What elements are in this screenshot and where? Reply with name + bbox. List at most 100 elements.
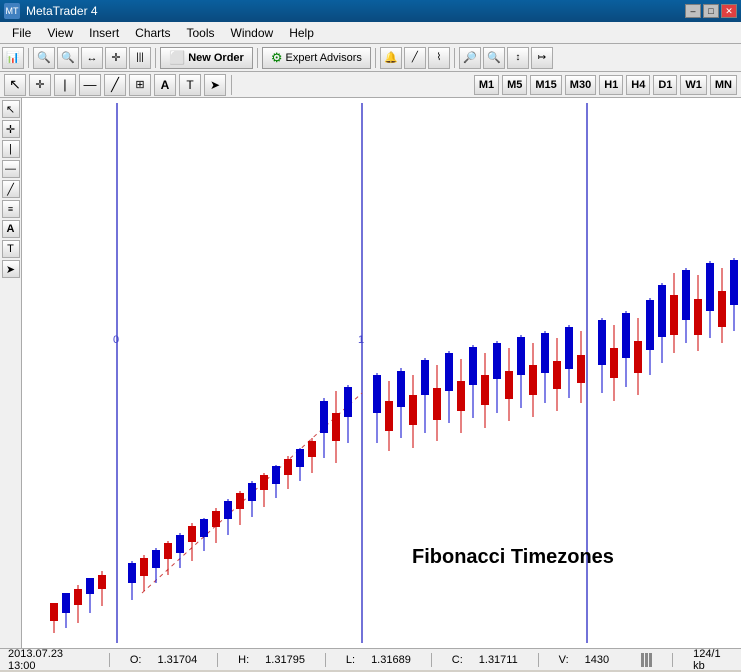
main-toolbar: 📊 🔍 🔍 ↔ ✛ ||| ⬜ New Order ⚙ Expert Advis… (0, 44, 741, 72)
title-bar: MT MetaTrader 4 – □ ✕ (0, 0, 741, 22)
left-text-tool[interactable]: A (2, 220, 20, 238)
toolbar2-separator (231, 75, 232, 95)
status-sep-1 (109, 653, 110, 667)
menu-help[interactable]: Help (281, 24, 322, 42)
menu-insert[interactable]: Insert (81, 24, 127, 42)
text-label-tool[interactable]: T (179, 74, 201, 96)
tick-chart-button[interactable]: ╱ (404, 47, 426, 69)
expert-advisors-button[interactable]: ⚙ Expert Advisors (262, 47, 371, 69)
tf-m5[interactable]: M5 (502, 75, 527, 95)
arrow-tool[interactable]: ➤ (204, 74, 226, 96)
status-close-label: C: (452, 654, 463, 666)
status-volume-val: 1430 (585, 654, 609, 666)
scroll-bar-1 (641, 653, 644, 667)
tf-d1[interactable]: D1 (653, 75, 677, 95)
vertical-line-tool[interactable]: | (54, 74, 76, 96)
status-high-label: H: (238, 654, 249, 666)
zoom-out-button[interactable]: 🔍 (57, 47, 79, 69)
toolbar-separator-5 (454, 48, 455, 68)
toolbar-separator-2 (155, 48, 156, 68)
minimize-button[interactable]: – (685, 4, 701, 18)
status-low-label: L: (346, 654, 355, 666)
close-button[interactable]: ✕ (721, 4, 737, 18)
menu-file[interactable]: File (4, 24, 39, 42)
status-low-val: 1.31689 (371, 654, 411, 666)
menu-tools[interactable]: Tools (179, 24, 223, 42)
cursor-tool[interactable]: ↖ (4, 74, 26, 96)
left-cursor-tool[interactable]: ↖ (2, 100, 20, 118)
auto-scroll-button[interactable]: ↦ (531, 47, 553, 69)
left-channel-tool[interactable]: ≡ (2, 200, 20, 218)
status-sep-2 (217, 653, 218, 667)
left-vline-tool[interactable]: | (2, 140, 20, 158)
line-chart-button[interactable]: ⌇ (428, 47, 450, 69)
status-close-val: 1.31711 (479, 654, 518, 666)
chart-area[interactable]: 0 1 Fibonacci Timezones (22, 98, 741, 648)
fibonacci-label: Fibonacci Timezones (412, 546, 614, 568)
toolbar-separator-4 (375, 48, 376, 68)
svg-text:0: 0 (113, 334, 119, 346)
status-sep-5 (538, 653, 539, 667)
zoom-plus-button[interactable]: 🔎 (459, 47, 481, 69)
new-order-button[interactable]: ⬜ New Order (160, 47, 253, 69)
title-text: MetaTrader 4 (26, 4, 98, 18)
svg-text:1: 1 (358, 334, 364, 346)
gann-tool[interactable]: ⊞ (129, 74, 151, 96)
toolbar-separator-3 (257, 48, 258, 68)
expert-advisors-icon: ⚙ (271, 50, 283, 66)
crosshair-button[interactable]: ✛ (105, 47, 127, 69)
status-high-val: 1.31795 (265, 654, 305, 666)
tf-m15[interactable]: M15 (530, 75, 561, 95)
left-toolbar: ↖ ✛ | — ╱ ≡ A T ➤ (0, 98, 22, 648)
left-arrow-tool[interactable]: ➤ (2, 260, 20, 278)
tf-mn[interactable]: MN (710, 75, 737, 95)
maximize-button[interactable]: □ (703, 4, 719, 18)
properties-button[interactable]: ↕ (507, 47, 529, 69)
new-chart-button[interactable]: 📊 (2, 47, 24, 69)
status-open-label: O: (130, 654, 142, 666)
new-order-icon: ⬜ (169, 50, 185, 66)
zoom-minus-button[interactable]: 🔍 (483, 47, 505, 69)
tf-m1[interactable]: M1 (474, 75, 499, 95)
status-sep-6 (672, 653, 673, 667)
scroll-button[interactable]: ↔ (81, 47, 103, 69)
status-sep-4 (431, 653, 432, 667)
tf-m30[interactable]: M30 (565, 75, 596, 95)
left-crosshair-tool[interactable]: ✛ (2, 120, 20, 138)
menu-view[interactable]: View (39, 24, 81, 42)
scroll-indicator (641, 653, 652, 667)
menu-charts[interactable]: Charts (127, 24, 178, 42)
tf-w1[interactable]: W1 (680, 75, 707, 95)
period-sep-button[interactable]: ||| (129, 47, 151, 69)
crosshair-tool[interactable]: ✛ (29, 74, 51, 96)
status-sep-3 (325, 653, 326, 667)
zoom-in-button[interactable]: 🔍 (33, 47, 55, 69)
toolbar-separator-1 (28, 48, 29, 68)
status-open-val: 1.31704 (157, 654, 197, 666)
scroll-bar-2 (645, 653, 648, 667)
text-tool[interactable]: A (154, 74, 176, 96)
tf-h4[interactable]: H4 (626, 75, 650, 95)
menu-bar: File View Insert Charts Tools Window Hel… (0, 22, 741, 44)
status-datetime: 2013.07.23 13:00 (8, 648, 89, 672)
alerts-button[interactable]: 🔔 (380, 47, 402, 69)
app-icon: MT (4, 3, 20, 19)
main-area: ↖ ✛ | — ╱ ≡ A T ➤ 0 1 Fibonacci Timezone… (0, 98, 741, 648)
status-fileinfo: 124/1 kb (693, 648, 733, 672)
window-controls: – □ ✕ (685, 4, 737, 18)
menu-window[interactable]: Window (223, 24, 282, 42)
status-bar: 2013.07.23 13:00 O: 1.31704 H: 1.31795 L… (0, 648, 741, 670)
status-volume-label: V: (559, 654, 569, 666)
left-hline-tool[interactable]: — (2, 160, 20, 178)
tf-h1[interactable]: H1 (599, 75, 623, 95)
left-trend-tool[interactable]: ╱ (2, 180, 20, 198)
new-order-label: New Order (188, 52, 244, 64)
scroll-bar-3 (649, 653, 652, 667)
drawing-toolbar: ↖ ✛ | — ╱ ⊞ A T ➤ M1 M5 M15 M30 H1 H4 D1… (0, 72, 741, 98)
new-chart-icon: 📊 (6, 51, 20, 64)
trendline-tool[interactable]: ╱ (104, 74, 126, 96)
left-label-tool[interactable]: T (2, 240, 20, 258)
chart-svg: 0 1 Fibonacci Timezones (22, 98, 741, 648)
horizontal-line-tool[interactable]: — (79, 74, 101, 96)
expert-advisors-label: Expert Advisors (285, 52, 361, 64)
